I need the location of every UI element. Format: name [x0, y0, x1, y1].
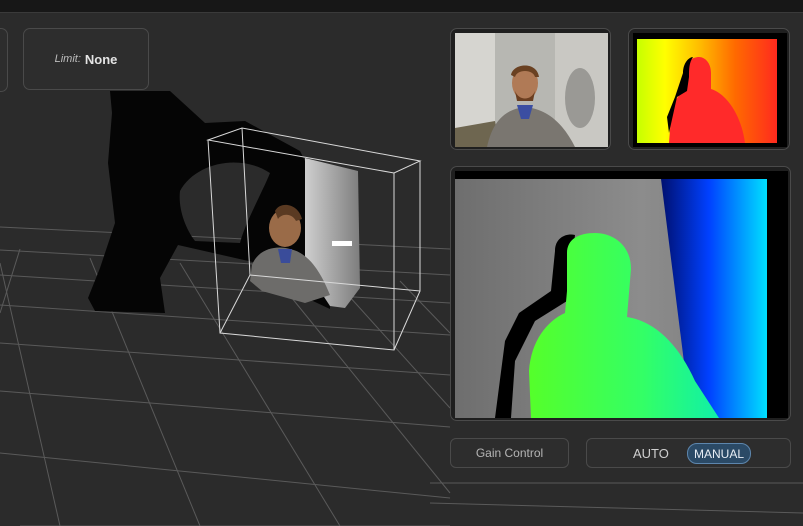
- depth-large-image: [455, 171, 788, 418]
- manual-mode-option[interactable]: MANUAL: [687, 443, 751, 464]
- limit-value: None: [84, 51, 118, 67]
- depth-large-preview[interactable]: [450, 166, 791, 421]
- limit-selector[interactable]: Limit: None: [23, 28, 149, 90]
- gain-mode-toggle[interactable]: AUTO MANUAL: [586, 438, 791, 468]
- depth-colormap-image: [633, 33, 787, 147]
- rgb-camera-image: [455, 33, 608, 147]
- gain-control-label: Gain Control: [450, 438, 569, 468]
- top-bar: [0, 0, 803, 13]
- limit-label: Limit:: [54, 53, 81, 65]
- rgb-camera-preview[interactable]: [450, 28, 611, 150]
- depth-colormap-preview[interactable]: [628, 28, 790, 150]
- left-toolbar-button[interactable]: [0, 28, 8, 92]
- auto-mode-option[interactable]: AUTO: [633, 446, 669, 461]
